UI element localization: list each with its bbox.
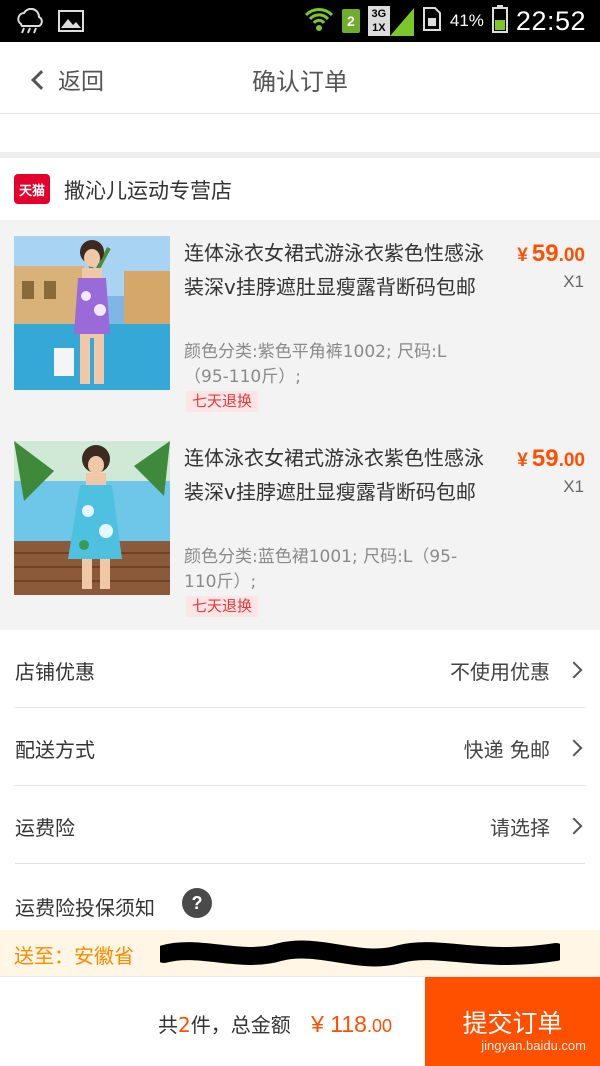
insurance-label: 运费险	[15, 816, 75, 840]
coupon-label: 店铺优惠	[15, 660, 95, 684]
product-title: 连体泳衣女裙式游泳衣紫色性感泳装深v挂脖遮肚显瘦露背断码包邮	[184, 241, 484, 299]
help-icon[interactable]: ?	[182, 888, 212, 918]
delivery-value: 快递 免邮	[463, 738, 550, 762]
chevron-right-icon	[565, 817, 583, 835]
network-type-bottom: 1X	[372, 22, 386, 34]
store-header[interactable]: 天猫 撒沁儿运动专营店	[0, 158, 600, 220]
order-item[interactable]: 连体泳衣女裙式游泳衣紫色性感泳装深v挂脖遮肚显瘦露背断码包邮 颜色分类:蓝色裙1…	[0, 425, 600, 630]
product-sku: 颜色分类:蓝色裙1001; 尺码:L（95-110斤）;	[184, 547, 458, 592]
redaction-scribble	[160, 940, 560, 967]
price-currency: ¥	[517, 450, 528, 471]
sim-card-icon	[422, 6, 442, 36]
product-price: ¥59.00	[517, 240, 585, 268]
product-quantity: X1	[563, 272, 584, 291]
insurance-value: 请选择	[490, 816, 550, 840]
clock: 22:52	[515, 5, 586, 36]
back-label: 返回	[58, 69, 104, 95]
delivery-method-row[interactable]: 配送方式 快递 免邮	[0, 708, 600, 786]
total-prefix: 共	[158, 1013, 178, 1037]
amount-currency: ¥	[311, 1011, 324, 1037]
product-image[interactable]	[14, 236, 170, 390]
watermark: jingyan.baidu.com	[481, 1038, 586, 1053]
shipping-insurance-row[interactable]: 运费险 请选择	[0, 786, 600, 864]
battery-percent: 41%	[449, 11, 484, 30]
insurance-notice-row: 运费险投保须知 ?	[0, 864, 600, 930]
order-item[interactable]: 连体泳衣女裙式游泳衣紫色性感泳装深v挂脖遮肚显瘦露背断码包邮 颜色分类:紫色平角…	[0, 220, 600, 425]
price-integer: 59	[531, 240, 559, 267]
price-integer: 59	[531, 445, 559, 472]
item-count: 2	[178, 1013, 191, 1037]
chevron-left-icon	[31, 70, 51, 90]
chevron-right-icon	[565, 661, 583, 679]
nav-bar: 确认订单 返回	[0, 42, 600, 114]
weather-icon	[14, 7, 44, 38]
sim-slot-badge: 2	[341, 9, 360, 33]
product-title: 连体泳衣女裙式游泳衣紫色性感泳装深v挂脖遮肚显瘦露背断码包邮	[184, 446, 484, 504]
price-decimal: .00	[558, 450, 585, 471]
product-sku: 颜色分类:紫色平角裤1002; 尺码:L（95-110斤）;	[184, 342, 447, 387]
order-total: 共2件，总金额 ¥ 118.00	[158, 1009, 392, 1038]
back-button[interactable]: 返回	[31, 62, 104, 96]
price-currency: ¥	[517, 245, 528, 266]
return-policy-tag: 七天退换	[186, 391, 259, 412]
delivery-address-bar[interactable]: 送至：安徽省	[0, 930, 600, 976]
total-suffix: 件，总金额	[190, 1013, 291, 1037]
order-footer: 共2件，总金额 ¥ 118.00 提交订单 jingyan.baidu.com	[0, 976, 600, 1066]
coupon-value: 不使用优惠	[450, 660, 550, 684]
submit-label: 提交订单	[462, 1009, 563, 1038]
tmall-logo: 天猫	[14, 174, 50, 204]
address-text: 送至：安徽省	[14, 944, 134, 968]
product-quantity: X1	[563, 477, 584, 496]
total-amount: ¥ 118.00	[311, 1011, 392, 1037]
store-coupon-row[interactable]: 店铺优惠 不使用优惠	[0, 630, 600, 708]
amount-decimal: .00	[366, 1016, 392, 1036]
price-decimal: .00	[558, 245, 585, 266]
return-policy-tag: 七天退换	[186, 596, 259, 617]
amount-integer: 118	[330, 1011, 367, 1037]
product-image[interactable]	[14, 441, 170, 595]
product-price: ¥59.00	[517, 445, 585, 473]
order-items: 连体泳衣女裙式游泳衣紫色性感泳装深v挂脖遮肚显瘦露背断码包邮 颜色分类:紫色平角…	[0, 220, 600, 630]
status-bar: 2 3G 1X 41% 22:52	[0, 0, 600, 42]
delivery-label: 配送方式	[15, 738, 95, 762]
store-name: 撒沁儿运动专营店	[64, 179, 232, 203]
submit-order-button[interactable]: 提交订单 jingyan.baidu.com	[425, 977, 600, 1066]
battery-icon	[491, 5, 508, 37]
insurance-notice-label: 运费险投保须知	[15, 896, 155, 920]
network-type-top: 3G	[371, 8, 387, 20]
wifi-icon	[304, 6, 334, 36]
signal-icon: 3G 1X	[367, 6, 414, 36]
image-icon	[58, 10, 84, 36]
chevron-right-icon	[565, 739, 583, 757]
